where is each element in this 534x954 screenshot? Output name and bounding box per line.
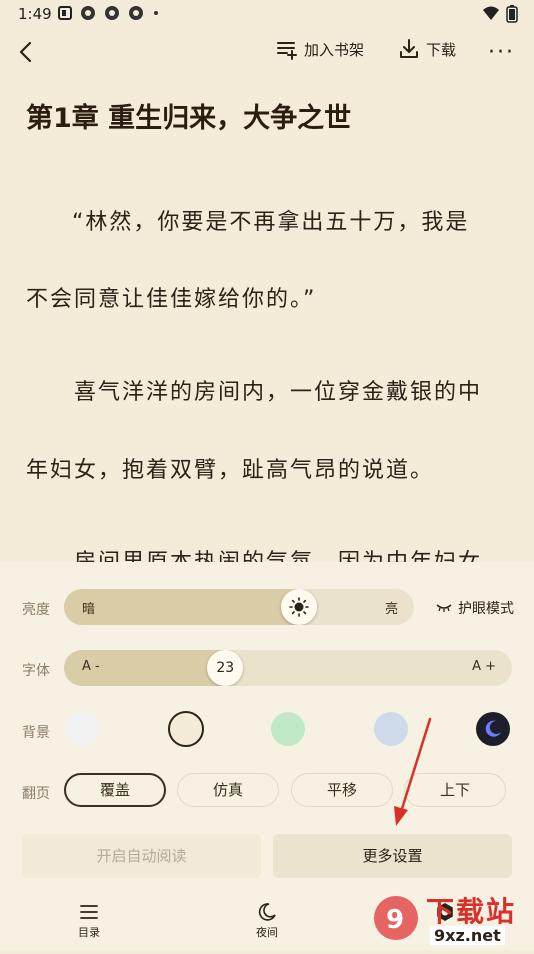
notification-icons [58, 5, 160, 21]
more-settings-button[interactable]: 更多设置 [273, 834, 512, 878]
reader-toolbar: 加入书架 下载 ··· [0, 30, 534, 74]
site-watermark: 9 下载站 9xz.net [366, 890, 534, 950]
text-line: 年妇女，抱着双臂，趾高气昂的说道。 [26, 458, 435, 483]
paging-option-slide[interactable]: 平移 [291, 773, 393, 807]
menu-list-icon [80, 905, 98, 919]
sync-notification-icon [105, 6, 119, 20]
background-option-white[interactable] [65, 712, 99, 746]
moon-icon [485, 720, 501, 737]
sun-icon [288, 597, 309, 617]
paging-option-cover[interactable]: 覆盖 [64, 773, 166, 807]
app-notification-icon [58, 6, 72, 20]
text-line: 房间里原本热闹的气氛，因为中年妇女 [26, 544, 514, 562]
text-line: 不会同意让佳佳嫁给你的。” [26, 287, 317, 312]
paging-option-scroll[interactable]: 上下 [404, 773, 506, 807]
add-shelf-icon [277, 42, 297, 60]
nav-night-label: 夜间 [256, 926, 278, 939]
download-label: 下载 [426, 40, 457, 59]
system-icons [482, 5, 518, 23]
background-option-blue[interactable] [374, 712, 408, 746]
text-line: 喜气洋洋的房间内，一位穿金戴银的中 [74, 380, 483, 405]
nav-night-mode[interactable]: 夜间 [237, 902, 297, 940]
background-option-green[interactable] [271, 712, 305, 746]
nav-toc[interactable]: 目录 [59, 902, 119, 940]
auto-read-button[interactable]: 开启自动阅读 [22, 834, 261, 878]
reading-area[interactable]: 第1章 重生归来，大争之世 “林然，你要是不再拿出五十万，我是 不会同意让佳佳嫁… [0, 78, 534, 562]
brightness-label: 亮度 [22, 602, 50, 618]
back-icon[interactable] [14, 38, 38, 66]
font-decrease-label: A - [82, 659, 100, 674]
status-time: 1:49 [18, 5, 52, 23]
font-label: 字体 [22, 663, 50, 679]
sync-notification-icon [81, 6, 95, 20]
paging-option-simulate[interactable]: 仿真 [177, 773, 279, 807]
svg-text:9: 9 [386, 905, 404, 935]
more-options-icon[interactable]: ··· [488, 40, 515, 65]
brightness-slider[interactable]: 暗 亮 [64, 589, 414, 625]
watermark-domain: 9xz.net [430, 926, 505, 945]
moon-icon [258, 903, 276, 921]
font-increase-label: A + [472, 659, 496, 674]
background-option-beige[interactable] [168, 711, 204, 747]
status-bar: 1:49 [0, 0, 534, 28]
download-button[interactable]: 下载 [398, 38, 456, 60]
font-size-slider[interactable]: A - A + 23 [64, 650, 512, 686]
watermark-title: 下载站 [426, 895, 517, 928]
brightness-high-label: 亮 [384, 602, 398, 617]
chapter-title: 第1章 重生归来，大争之世 [26, 103, 352, 134]
brightness-knob[interactable] [280, 589, 317, 625]
background-option-dark[interactable] [476, 712, 510, 746]
font-size-value: 23 [216, 660, 235, 676]
background-label: 背景 [22, 725, 50, 741]
eye-mode-label: 护眼模式 [458, 601, 514, 617]
add-to-shelf-button[interactable]: 加入书架 [276, 38, 364, 60]
wifi-icon [483, 6, 499, 20]
eye-protection-toggle[interactable]: 护眼模式 [436, 598, 514, 618]
text-line: “林然，你要是不再拿出五十万，我是 [72, 210, 470, 235]
font-size-knob[interactable]: 23 [207, 650, 244, 686]
download-icon [400, 39, 418, 58]
paging-label: 翻页 [22, 786, 50, 802]
eye-closed-icon [436, 604, 452, 612]
add-shelf-label: 加入书架 [304, 40, 365, 59]
brightness-low-label: 暗 [82, 602, 96, 617]
more-notifications-icon [154, 11, 158, 15]
nav-toc-label: 目录 [78, 926, 100, 939]
battery-icon [506, 5, 518, 23]
sync-notification-icon [129, 6, 143, 20]
brightness-fill [64, 589, 299, 625]
